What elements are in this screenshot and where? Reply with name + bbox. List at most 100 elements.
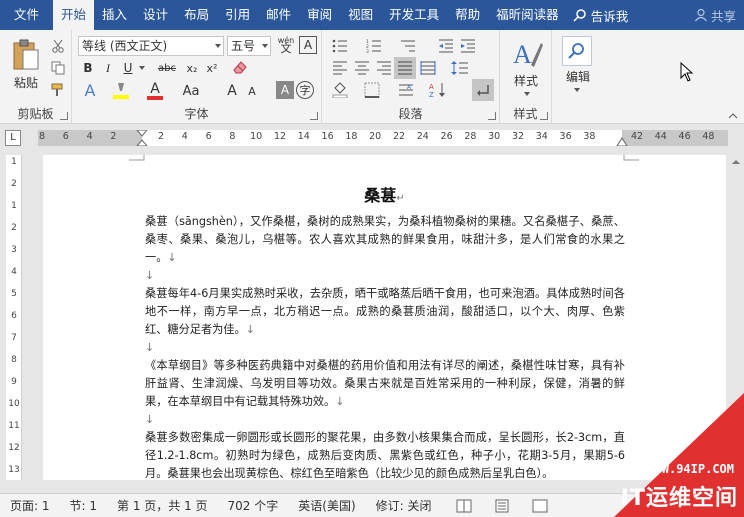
phonetic-guide-button[interactable]: wén 文: [275, 34, 297, 56]
bullets-button[interactable]: [330, 36, 350, 56]
menu-mailings[interactable]: 邮件: [258, 0, 299, 30]
format-painter-button[interactable]: [48, 80, 68, 100]
svg-text:A: A: [513, 40, 532, 69]
show-formatting-marks-button[interactable]: [472, 79, 494, 101]
ruler-number: 16: [321, 131, 334, 142]
first-line-indent-marker[interactable]: [136, 130, 148, 146]
superscript-button[interactable]: x²: [202, 58, 222, 78]
bold-button[interactable]: B: [78, 58, 98, 78]
font-name-select[interactable]: 等线 (西文正文): [78, 36, 224, 56]
web-layout-icon[interactable]: [532, 499, 548, 513]
menu-file[interactable]: 文件: [0, 0, 53, 30]
status-word-count[interactable]: 702 个字: [218, 497, 289, 514]
shrink-font-button[interactable]: A: [242, 81, 262, 101]
right-indent-marker[interactable]: [616, 136, 628, 146]
watermark-url: WWW.94IP.COM: [647, 462, 734, 476]
decrease-indent-button[interactable]: [436, 36, 456, 56]
menu-foxit[interactable]: 福昕阅读器: [488, 0, 567, 30]
status-section[interactable]: 节: 1: [60, 497, 108, 514]
align-left-button[interactable]: [330, 58, 350, 78]
status-language[interactable]: 英语(美国): [288, 497, 365, 514]
grow-font-button[interactable]: A: [222, 81, 242, 101]
horizontal-ruler[interactable]: 8 6 4 2 2 4 6 8 10 12 14 16 18 20 22 24 26 28 30 32 34 36 38 42…: [38, 130, 728, 146]
status-page[interactable]: 页面: 1: [0, 497, 60, 514]
chinese-layout-button[interactable]: A: [396, 80, 416, 100]
menu-developer[interactable]: 开发工具: [381, 0, 447, 30]
empty-paragraph[interactable]: ↓: [145, 267, 625, 285]
body-paragraph[interactable]: 桑葚多数密集成一卵圆形或长圆形的聚花果，由多数小核果集合而成，呈长圆形，长2-3…: [145, 429, 625, 480]
multilevel-list-button[interactable]: [398, 36, 418, 56]
menu-home[interactable]: 开始: [53, 0, 95, 30]
font-color-button[interactable]: A: [144, 80, 166, 102]
font-dialog-launcher[interactable]: [310, 112, 318, 120]
menu-review[interactable]: 审阅: [299, 0, 340, 30]
scroll-up-icon[interactable]: [731, 159, 741, 165]
line-break-mark: ↓: [245, 323, 256, 336]
underline-button[interactable]: U: [118, 58, 138, 78]
menu-design[interactable]: 设计: [135, 0, 176, 30]
sort-button[interactable]: AZ: [428, 80, 448, 100]
vertical-ruler-number: 3: [11, 245, 17, 255]
highlighter-icon: [113, 83, 129, 99]
highlight-color-button[interactable]: [110, 80, 132, 102]
strikethrough-button[interactable]: abc: [154, 58, 180, 78]
editing-button[interactable]: [562, 36, 592, 66]
shading-button[interactable]: [330, 80, 350, 100]
styles-dropdown[interactable]: [522, 90, 532, 98]
body-paragraph[interactable]: 桑葚（sāngshèn），又作桑椹，桑树的成熟果实，为桑科植物桑树的果穗。又名桑…: [145, 213, 625, 267]
styles-gallery-button[interactable]: A: [510, 36, 544, 72]
increase-indent-button[interactable]: [458, 36, 478, 56]
line-spacing-button[interactable]: [450, 58, 470, 78]
menu-view[interactable]: 视图: [340, 0, 381, 30]
menu-help[interactable]: 帮助: [447, 0, 488, 30]
menu-layout[interactable]: 布局: [176, 0, 217, 30]
italic-button[interactable]: I: [98, 58, 118, 78]
paragraph-dialog-launcher[interactable]: [488, 112, 496, 120]
paintbrush-icon: [51, 83, 63, 96]
subscript-button[interactable]: x₂: [182, 58, 202, 78]
body-paragraph[interactable]: 《本草纲目》等多种医药典籍中对桑椹的药用价值和用法有详尽的阐述，桑椹性味甘寒，具…: [145, 357, 625, 411]
share-button[interactable]: 共享: [694, 6, 736, 25]
change-case-button[interactable]: Aa: [176, 80, 206, 102]
align-right-button[interactable]: [374, 58, 394, 78]
text-effects-button[interactable]: A: [80, 80, 100, 100]
numbering-button[interactable]: 123: [364, 36, 384, 56]
tab-selector[interactable]: L: [5, 130, 21, 146]
character-shading-icon: A: [280, 83, 290, 97]
font-size-select[interactable]: 五号: [227, 36, 271, 56]
document-title[interactable]: 桑葚↵: [43, 182, 726, 206]
vertical-ruler-number: 8: [11, 355, 17, 365]
character-shading-button[interactable]: A: [276, 81, 294, 99]
print-layout-icon[interactable]: [494, 499, 510, 513]
align-center-button[interactable]: [352, 58, 372, 78]
collapse-ribbon-icon[interactable]: [728, 112, 738, 120]
underline-dropdown[interactable]: [138, 62, 146, 74]
tell-me-search[interactable]: 告诉我: [573, 6, 629, 25]
styles-dialog-launcher[interactable]: [540, 112, 548, 120]
borders-button[interactable]: [362, 80, 382, 100]
editing-dropdown[interactable]: [572, 86, 582, 94]
justify-button[interactable]: [394, 57, 416, 79]
empty-paragraph[interactable]: ↓: [145, 411, 625, 429]
vertical-ruler[interactable]: 1 2 1 2 3 4 5 6 7 8 9 10 11 12 13: [6, 155, 22, 480]
empty-paragraph[interactable]: ↓: [145, 339, 625, 357]
distributed-button[interactable]: [418, 58, 438, 78]
tell-me-label: 告诉我: [590, 8, 629, 24]
enclose-characters-button[interactable]: 字: [296, 81, 314, 99]
copy-button[interactable]: [48, 58, 68, 78]
body-paragraph[interactable]: 桑葚每年4-6月果实成熟时采收，去杂质，晒干或略蒸后晒干食用，也可来泡酒。具体成…: [145, 285, 625, 339]
menu-insert[interactable]: 插入: [94, 0, 135, 30]
menu-references[interactable]: 引用: [217, 0, 258, 30]
status-page-count[interactable]: 第 1 页，共 1 页: [107, 497, 218, 514]
clear-formatting-button[interactable]: [230, 57, 250, 77]
cut-button[interactable]: [48, 36, 68, 56]
read-mode-icon[interactable]: [456, 499, 472, 513]
clipboard-dialog-launcher[interactable]: [60, 112, 68, 120]
character-border-button[interactable]: A: [299, 36, 317, 54]
ruler-number: 4: [181, 131, 188, 142]
paste-button[interactable]: [8, 36, 44, 74]
paint-bucket-icon: [332, 82, 348, 98]
line-spacing-icon: [451, 61, 468, 75]
status-track-changes[interactable]: 修订: 关闭: [366, 497, 442, 514]
styles-icon: A: [513, 40, 543, 69]
